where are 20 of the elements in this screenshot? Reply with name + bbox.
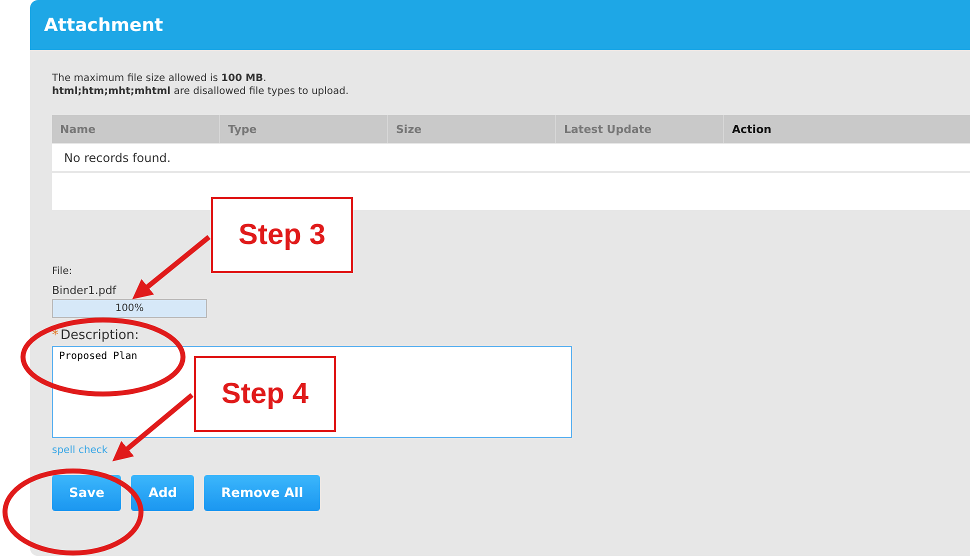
column-header[interactable]: Latest Update (556, 115, 724, 143)
column-header[interactable]: Size (388, 115, 556, 143)
step-callout: Step 3 (211, 197, 353, 273)
empty-message: No records found. (64, 150, 171, 164)
description-label: Description: (60, 328, 139, 343)
step-callout: Step 4 (194, 356, 336, 432)
action-button[interactable]: Remove All (204, 475, 320, 511)
column-header[interactable]: Type (220, 115, 388, 143)
column-header[interactable]: Action (724, 115, 970, 143)
panel-title: Attachment (44, 14, 164, 36)
spell-check-link[interactable]: spell check (52, 445, 108, 456)
info-text: The maximum file size allowed is 100 MB. (52, 72, 268, 85)
column-header[interactable]: Name (52, 115, 220, 143)
file-label: File: (52, 266, 74, 277)
file-name: Binder1.pdf (52, 284, 118, 297)
info-text: html;htm;mht;mhtml are disallowed file types to upload. (52, 85, 350, 98)
action-button[interactable]: Add (131, 475, 194, 511)
action-button[interactable]: Save (52, 475, 122, 511)
required-mark: * (52, 328, 58, 343)
progress-reading: 100% (114, 303, 145, 314)
